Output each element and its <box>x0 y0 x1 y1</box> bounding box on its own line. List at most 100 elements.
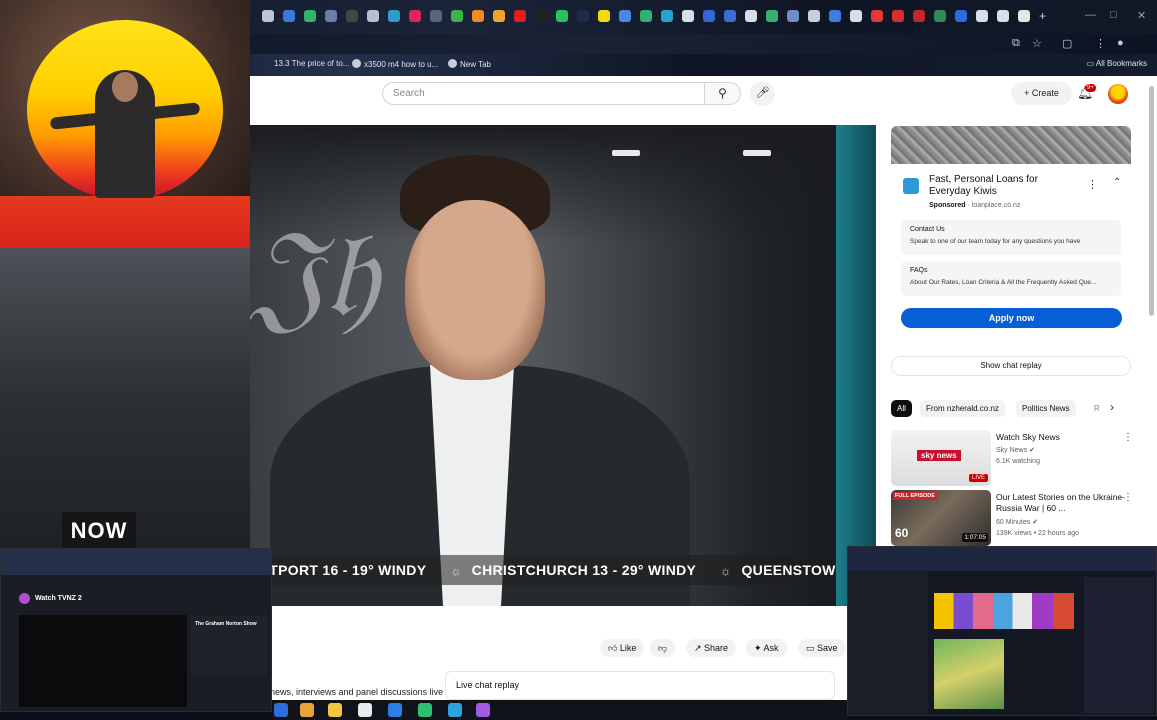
close-icon[interactable]: ✕ <box>1137 9 1146 22</box>
bookmark-item[interactable]: New Tab <box>448 59 491 69</box>
telegram-icon[interactable] <box>448 703 462 717</box>
tab-favicon[interactable] <box>388 10 400 22</box>
video-description[interactable]: news, interviews and panel discussions l… <box>270 687 443 697</box>
preview-chat <box>1084 577 1154 713</box>
chevron-right-icon[interactable]: › <box>1110 400 1114 414</box>
search-icon[interactable]: ⚲ <box>705 82 741 105</box>
dislike-button[interactable]: 👎︎ <box>650 639 676 657</box>
like-button[interactable]: 👍︎ Like <box>600 639 645 657</box>
video-player[interactable]: 𝔍𝔥 ESTPORT 16 - 19° WINDY ☼ CHRISTCHURCH 1… <box>250 125 876 606</box>
share-button[interactable]: ↗ Share <box>686 639 737 657</box>
tab-favicon[interactable] <box>619 10 631 22</box>
install-icon[interactable]: ⧉ <box>1012 37 1020 50</box>
tab-favicon[interactable] <box>262 10 274 22</box>
minimize-icon[interactable]: — <box>1085 9 1096 21</box>
tab-favicon[interactable] <box>724 10 736 22</box>
twitch-window-preview[interactable] <box>847 546 1157 716</box>
profile-icon[interactable]: ● <box>1117 37 1124 49</box>
tab-favicon[interactable] <box>787 10 799 22</box>
ad-sitelink[interactable]: FAQs About Our Rates, Loan Criteria & Al… <box>901 261 1121 296</box>
mail-icon[interactable] <box>388 703 402 717</box>
more-options-icon[interactable]: ⋮ <box>1123 492 1133 503</box>
all-bookmarks[interactable]: ▭ All Bookmarks <box>1087 59 1147 68</box>
menu-icon[interactable]: ⋮ <box>1095 37 1106 50</box>
recommended-video[interactable]: FULL EPISODE 60 1:07:05 Our Latest Stori… <box>891 490 1151 548</box>
chrome-icon[interactable] <box>300 703 314 717</box>
tab-favicon[interactable] <box>892 10 904 22</box>
tab-favicon[interactable] <box>703 10 715 22</box>
tab-favicon[interactable] <box>640 10 652 22</box>
full-episode-label: FULL EPISODE <box>893 492 937 500</box>
tab-favicon[interactable] <box>745 10 757 22</box>
tab-favicon[interactable] <box>1018 10 1030 22</box>
tab-favicon[interactable] <box>808 10 820 22</box>
page-scrollbar[interactable] <box>1149 86 1154 316</box>
apply-now-button[interactable]: Apply now <box>901 308 1122 328</box>
tab-favicon[interactable] <box>304 10 316 22</box>
tab-favicon[interactable] <box>955 10 967 22</box>
video-meta: 139K views • 22 hours ago <box>996 530 1080 537</box>
new-tab-button[interactable]: + <box>1039 10 1051 22</box>
live-chat-replay-panel[interactable]: Live chat replay <box>445 671 835 700</box>
folder-icon[interactable] <box>328 703 342 717</box>
more-options-icon[interactable]: ⋮ <box>1087 178 1098 191</box>
tab-favicon[interactable] <box>913 10 925 22</box>
tab-favicon[interactable] <box>997 10 1009 22</box>
ad-title[interactable]: Fast, Personal Loans for Everyday Kiwis <box>929 174 1079 198</box>
maximize-icon[interactable]: □ <box>1110 9 1117 21</box>
bookmark-item[interactable]: x3500 m4 how to u... <box>352 59 438 69</box>
tab-favicon[interactable] <box>283 10 295 22</box>
ad-banner-image[interactable] <box>891 126 1131 164</box>
app-icon[interactable] <box>274 703 288 717</box>
tab-favicon[interactable] <box>598 10 610 22</box>
sunset-band-graphic <box>0 196 250 248</box>
app-icon[interactable] <box>476 703 490 717</box>
chip-from-nzherald[interactable]: From nzherald.co.nz <box>920 400 1005 417</box>
ask-button[interactable]: ✦ Ask <box>746 639 787 657</box>
save-button[interactable]: ▭ Save <box>798 639 846 657</box>
tab-favicon[interactable] <box>367 10 379 22</box>
tab-favicon[interactable] <box>829 10 841 22</box>
tab-favicon[interactable] <box>346 10 358 22</box>
chevron-up-icon[interactable]: ⌃ <box>1113 177 1121 188</box>
show-chat-replay-button[interactable]: Show chat replay <box>891 356 1131 376</box>
tab-favicon[interactable] <box>451 10 463 22</box>
tab-favicon[interactable] <box>661 10 673 22</box>
recommended-video[interactable]: sky news LIVE Watch Sky News Sky News ✔ … <box>891 430 1151 488</box>
more-options-icon[interactable]: ⋮ <box>1123 432 1133 443</box>
tab-favicon[interactable] <box>472 10 484 22</box>
app-icon[interactable] <box>358 703 372 717</box>
search-input[interactable]: Search <box>382 82 705 105</box>
chip-r[interactable]: R <box>1088 400 1106 417</box>
terminal-icon[interactable] <box>418 703 432 717</box>
like-label: Like <box>619 643 637 653</box>
tab-favicon[interactable] <box>325 10 337 22</box>
preview-stream-grid <box>934 593 1074 629</box>
tab-favicon[interactable] <box>535 10 547 22</box>
tab-favicon[interactable] <box>493 10 505 22</box>
tab-favicon[interactable] <box>766 10 778 22</box>
sponsored-label: Sponsored <box>929 202 966 209</box>
chip-all[interactable]: All <box>891 400 912 417</box>
avatar[interactable] <box>1108 84 1128 104</box>
tab-favicon[interactable] <box>871 10 883 22</box>
tab-favicon[interactable] <box>850 10 862 22</box>
tab-favicon[interactable] <box>409 10 421 22</box>
create-button[interactable]: + Create <box>1011 82 1072 105</box>
chip-politics-news[interactable]: Politics News <box>1016 400 1076 417</box>
extensions-icon[interactable]: ▢ <box>1062 37 1072 50</box>
tab-favicon[interactable] <box>577 10 589 22</box>
microphone-icon[interactable]: 🎤︎ <box>750 81 775 106</box>
tab-favicon[interactable] <box>514 10 526 22</box>
tab-favicon[interactable] <box>430 10 442 22</box>
tab-favicon[interactable] <box>976 10 988 22</box>
ad-sitelink[interactable]: Contact Us Speak to one of our team toda… <box>901 220 1121 255</box>
bookmark-item[interactable]: 13.3 The price of to... <box>274 59 349 68</box>
ceiling-light <box>743 150 771 156</box>
tvnz-window-preview[interactable]: Watch TVNZ 2 The Graham Norton Show <box>0 548 272 712</box>
tab-favicon[interactable] <box>682 10 694 22</box>
bookmark-star-icon[interactable]: ☆ <box>1032 37 1042 50</box>
tab-favicon[interactable] <box>556 10 568 22</box>
sitelink-text: Speak to one of our team today for any q… <box>910 238 1081 245</box>
tab-favicon[interactable] <box>934 10 946 22</box>
